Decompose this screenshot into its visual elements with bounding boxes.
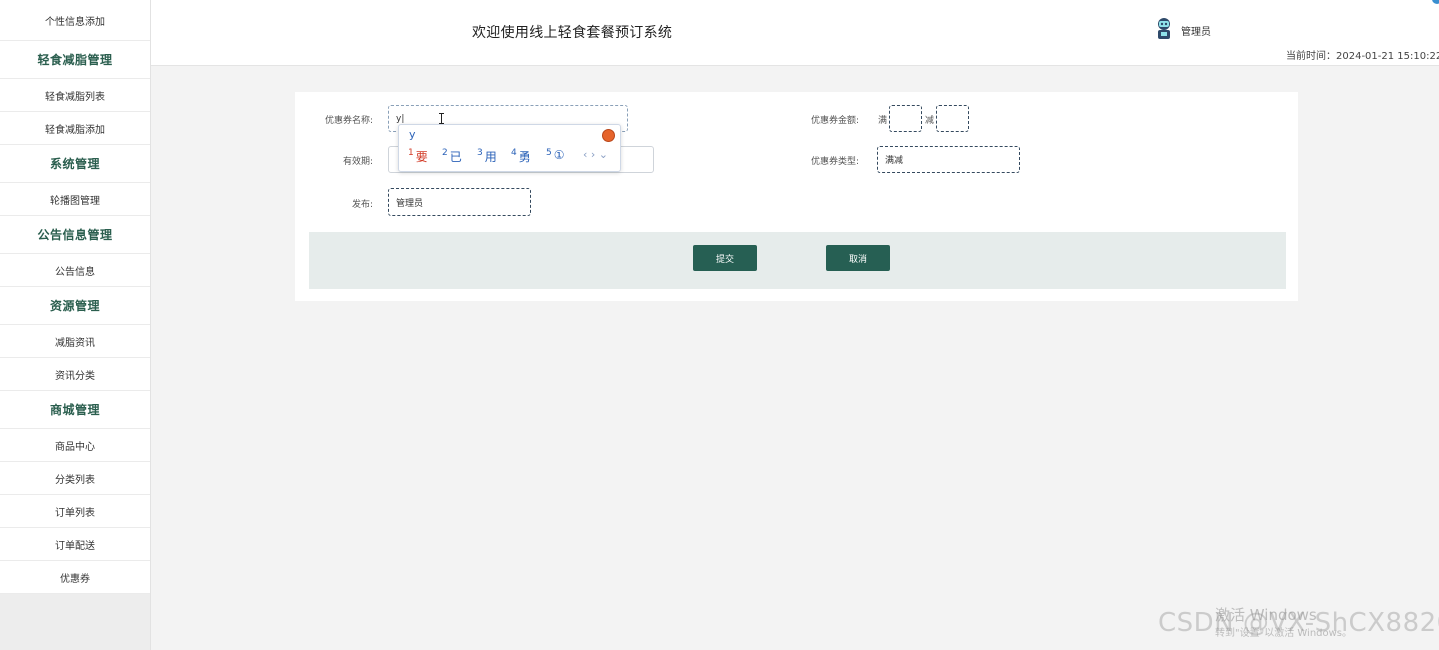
coupon-amount-label: 优惠券金额:: [810, 116, 859, 126]
issuer-input[interactable]: 管理员: [388, 188, 531, 216]
coupon-type-label: 优惠券类型:: [810, 157, 859, 167]
amount-full-input[interactable]: [889, 105, 922, 132]
sidebar-group-1[interactable]: 轻食减脂管理: [0, 41, 150, 79]
sidebar-item-9[interactable]: 减脂资讯: [0, 325, 150, 358]
ime-page-nav-icon[interactable]: ‹ › ⌄: [583, 148, 608, 161]
sidebar-item-3[interactable]: 轻食减脂添加: [0, 112, 150, 145]
sidebar-item-12[interactable]: 商品中心: [0, 429, 150, 462]
ime-logo-icon[interactable]: [602, 129, 615, 142]
sidebar: 个性信息添加 轻食减脂管理 轻食减脂列表 轻食减脂添加 系统管理 轮播图管理 公告信息管理公…: [0, 0, 151, 650]
current-time: 当前时间：2024-01-21 15:10:22: [1286, 47, 1439, 62]
sidebar-item-10[interactable]: 资讯分类: [0, 358, 150, 391]
time-value: 2024-01-21 15:10:22: [1336, 51, 1439, 62]
coupon-name-label: 优惠券名称:: [324, 116, 373, 126]
ime-candidate-5[interactable]: 5①: [546, 148, 565, 162]
submit-button[interactable]: 提交: [693, 245, 757, 271]
sidebar-group-11[interactable]: 商城管理: [0, 391, 150, 429]
ime-candidate-4[interactable]: 4勇: [511, 148, 531, 165]
time-label: 当前时间：: [1286, 51, 1336, 62]
page-title: 欢迎使用线上轻食套餐预订系统: [472, 25, 673, 41]
ime-candidate-2[interactable]: 2已: [442, 148, 462, 165]
sidebar-group-6[interactable]: 公告信息管理: [0, 216, 150, 254]
notification-dot-icon: [1432, 0, 1439, 4]
windows-activation-subtitle: 转到"设置"以激活 Windows。: [1215, 628, 1353, 639]
sidebar-item-15[interactable]: 订单配送: [0, 528, 150, 561]
ime-composition-text: y: [409, 128, 416, 141]
sidebar-item-7[interactable]: 公告信息: [0, 254, 150, 287]
robot-avatar-icon[interactable]: [1154, 17, 1174, 41]
amount-full-label: 满: [878, 116, 888, 126]
text-cursor-icon: [439, 113, 444, 124]
sidebar-item-5[interactable]: 轮播图管理: [0, 183, 150, 216]
issuer-label: 发布:: [351, 200, 373, 210]
coupon-type-select[interactable]: 满减: [877, 146, 1020, 173]
sidebar-item-2[interactable]: 轻食减脂列表: [0, 79, 150, 112]
windows-activation-title: 激活 Windows: [1215, 606, 1317, 624]
sidebar-item-0[interactable]: 个性信息添加: [0, 0, 150, 41]
cancel-button[interactable]: 取消: [826, 245, 890, 271]
user-name[interactable]: 管理员: [1181, 23, 1211, 38]
ime-candidate-1[interactable]: 1要: [408, 148, 428, 165]
button-bar: 提交 取消: [309, 232, 1286, 289]
amount-reduce-input[interactable]: [936, 105, 969, 132]
header: 欢迎使用线上轻食套餐预订系统 管理员 当前时间：2024-01-21 15:10…: [151, 0, 1439, 66]
sidebar-item-13[interactable]: 分类列表: [0, 462, 150, 495]
ime-candidate-3[interactable]: 3用: [477, 148, 497, 165]
sidebar-item-14[interactable]: 订单列表: [0, 495, 150, 528]
validity-label: 有效期:: [342, 157, 373, 167]
sidebar-group-8[interactable]: 资源管理: [0, 287, 150, 325]
sidebar-group-4[interactable]: 系统管理: [0, 145, 150, 183]
amount-reduce-label: 减: [925, 116, 935, 126]
sidebar-item-16[interactable]: 优惠券: [0, 561, 150, 594]
